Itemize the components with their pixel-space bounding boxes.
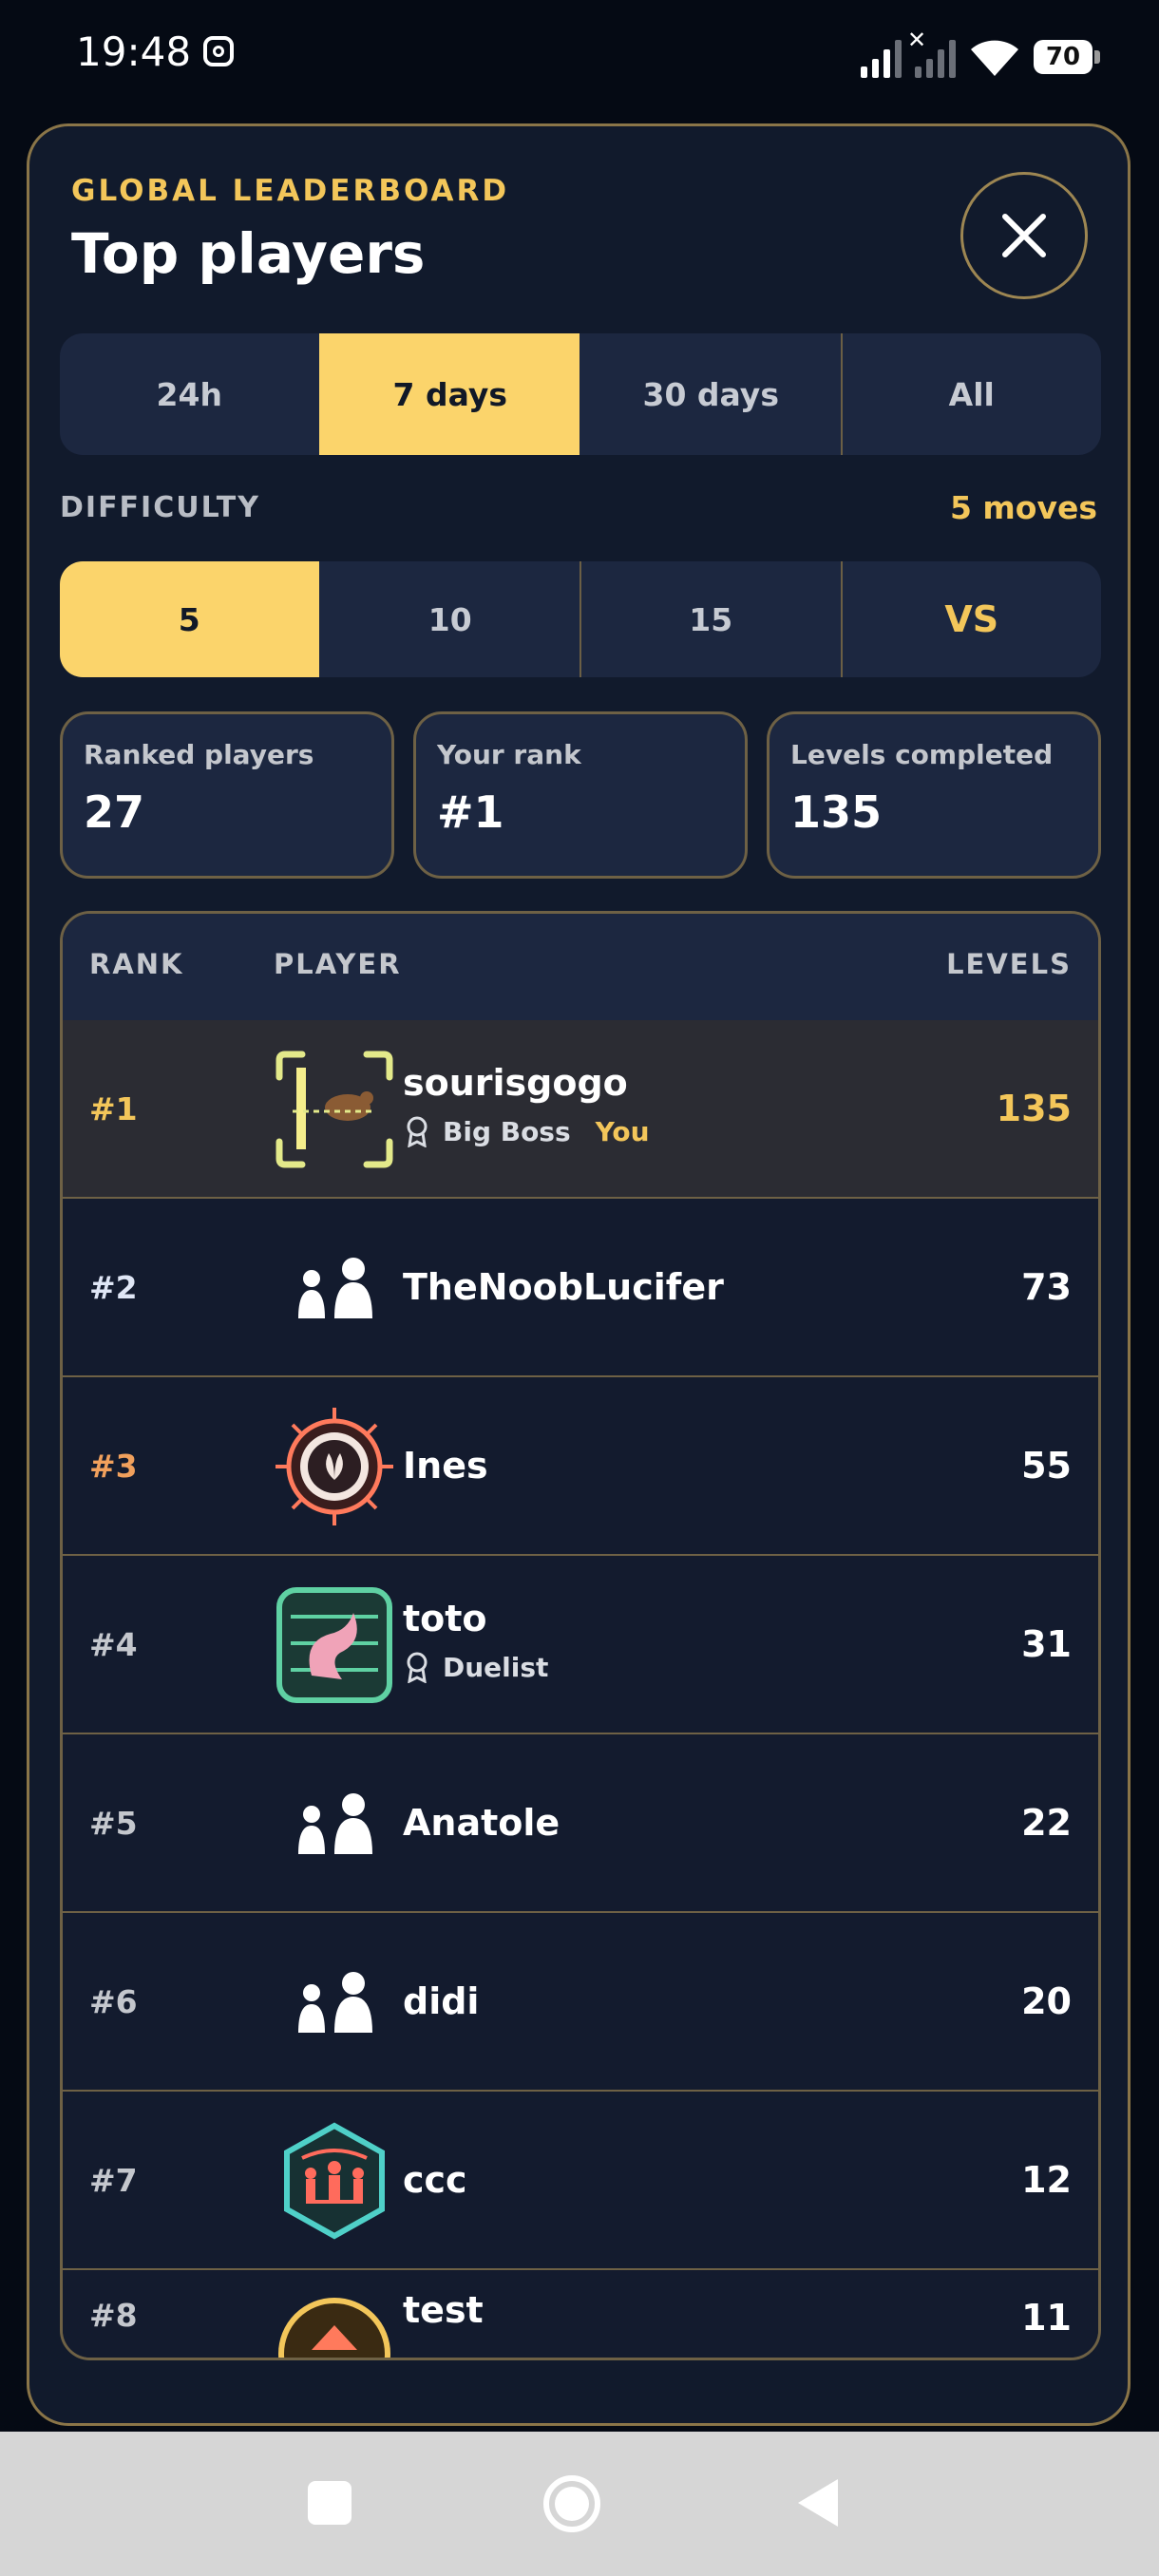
stat-value: #1 bbox=[437, 786, 504, 838]
time-option-30-days[interactable]: 30 days bbox=[580, 333, 841, 455]
player-name: test bbox=[403, 2289, 484, 2331]
table-row[interactable]: #3 Ines 55 bbox=[63, 1377, 1098, 1556]
row-levels: 31 bbox=[1021, 1623, 1072, 1665]
row-rank: #7 bbox=[89, 2161, 138, 2199]
difficulty-summary: 5 moves bbox=[949, 489, 1097, 526]
row-rank: #5 bbox=[89, 1804, 138, 1842]
row-rank: #1 bbox=[89, 1089, 138, 1127]
player-title: Big Boss You bbox=[403, 1115, 650, 1147]
row-levels: 20 bbox=[1021, 1980, 1072, 2022]
row-rank: #4 bbox=[89, 1625, 138, 1663]
player-name: ccc bbox=[403, 2159, 467, 2201]
stat-levels-completed: Levels completed 135 bbox=[767, 711, 1101, 879]
table-row[interactable]: #2 TheNoobLucifer 73 bbox=[63, 1199, 1098, 1377]
recents-button[interactable] bbox=[306, 2479, 353, 2527]
player-name: toto bbox=[403, 1598, 487, 1639]
row-levels: 73 bbox=[1021, 1266, 1072, 1308]
signal-icon bbox=[861, 38, 902, 78]
leaderboard-panel: GLOBAL LEADERBOARD Top players 24h 7 day… bbox=[27, 123, 1130, 2426]
hexagon-crown-avatar bbox=[284, 2122, 385, 2240]
row-levels: 55 bbox=[1021, 1445, 1072, 1487]
row-rank: #6 bbox=[89, 1982, 138, 2020]
leaderboard-table[interactable]: RANK PLAYER LEVELS #1 sourisgogo Big Bos… bbox=[60, 911, 1101, 2360]
difficulty-filter: 5 10 15 VS bbox=[60, 561, 1101, 677]
default-users-icon bbox=[298, 1793, 372, 1854]
stat-label: Your rank bbox=[437, 739, 581, 770]
battery-level: 70 bbox=[1045, 43, 1081, 71]
you-badge: You bbox=[595, 1115, 650, 1147]
wifi-icon bbox=[971, 40, 1018, 76]
row-rank: #3 bbox=[89, 1447, 138, 1485]
player-name: Ines bbox=[403, 1445, 488, 1487]
difficulty-option-10[interactable]: 10 bbox=[319, 561, 580, 677]
gold-wheel-avatar bbox=[278, 2298, 390, 2358]
close-icon bbox=[1002, 214, 1046, 257]
battery-icon: 70 bbox=[1034, 40, 1100, 74]
difficulty-option-vs[interactable]: VS bbox=[840, 561, 1102, 677]
player-name: Anatole bbox=[403, 1802, 560, 1844]
difficulty-option-5[interactable]: 5 bbox=[60, 561, 319, 677]
player-name: didi bbox=[403, 1980, 480, 2022]
table-row[interactable]: #1 sourisgogo Big Boss You 135 bbox=[63, 1020, 1098, 1199]
column-header-levels: LEVELS bbox=[946, 948, 1072, 980]
table-row[interactable]: #5 Anatole 22 bbox=[63, 1734, 1098, 1913]
player-title: Duelist bbox=[403, 1651, 548, 1683]
badge-icon bbox=[407, 1116, 428, 1147]
close-button[interactable] bbox=[960, 172, 1088, 299]
player-title-text: Duelist bbox=[443, 1651, 549, 1683]
stat-value: 135 bbox=[790, 786, 883, 838]
home-button[interactable] bbox=[542, 2473, 602, 2534]
back-button[interactable] bbox=[794, 2475, 842, 2530]
row-levels: 135 bbox=[996, 1088, 1072, 1129]
row-levels: 11 bbox=[1021, 2297, 1072, 2339]
table-header: RANK PLAYER LEVELS bbox=[63, 914, 1098, 1022]
dragon-frame-avatar bbox=[276, 1587, 392, 1703]
difficulty-option-15[interactable]: 15 bbox=[580, 561, 841, 677]
page-title: Top players bbox=[71, 221, 426, 286]
default-users-icon bbox=[298, 1972, 372, 2033]
status-time: 19:48 bbox=[76, 28, 192, 75]
badge-icon bbox=[407, 1652, 428, 1683]
status-icons: ✕ 70 bbox=[861, 27, 1100, 78]
status-bar: 19:48 ✕ 70 bbox=[0, 0, 1159, 114]
row-rank: #2 bbox=[89, 1268, 138, 1306]
leaderboard-kicker: GLOBAL LEADERBOARD bbox=[71, 174, 510, 208]
time-option-7-days[interactable]: 7 days bbox=[318, 333, 580, 455]
default-users-icon bbox=[298, 1258, 372, 1318]
player-title-text: Big Boss bbox=[443, 1115, 571, 1147]
time-option-all[interactable]: All bbox=[840, 333, 1102, 455]
sun-badge-avatar bbox=[276, 1408, 393, 1525]
player-name: sourisgogo bbox=[403, 1062, 628, 1104]
instagram-notification-icon bbox=[203, 36, 234, 66]
stat-your-rank: Your rank #1 bbox=[413, 711, 748, 879]
time-option-24h[interactable]: 24h bbox=[60, 333, 319, 455]
stat-value: 27 bbox=[84, 786, 145, 838]
player-name: TheNoobLucifer bbox=[403, 1266, 724, 1308]
system-nav-bar bbox=[0, 2432, 1159, 2576]
table-row[interactable]: #7 ccc 12 bbox=[63, 2092, 1098, 2270]
column-header-rank: RANK bbox=[89, 948, 184, 980]
stat-label: Levels completed bbox=[790, 739, 1054, 770]
table-row[interactable]: #6 didi 20 bbox=[63, 1913, 1098, 2092]
table-row[interactable]: #8 test 11 bbox=[63, 2270, 1098, 2358]
row-rank: #8 bbox=[89, 2297, 138, 2334]
row-levels: 12 bbox=[1021, 2159, 1072, 2201]
difficulty-label: DIFFICULTY bbox=[60, 491, 260, 524]
stat-ranked-players: Ranked players 27 bbox=[60, 711, 394, 879]
time-filter: 24h 7 days 30 days All bbox=[60, 333, 1101, 455]
table-row[interactable]: #4 toto Duelist 31 bbox=[63, 1556, 1098, 1734]
mouse-frame-avatar bbox=[276, 1051, 393, 1168]
row-levels: 22 bbox=[1021, 1802, 1072, 1844]
signal-off-icon: ✕ bbox=[907, 27, 956, 78]
stat-label: Ranked players bbox=[84, 739, 314, 770]
column-header-player: PLAYER bbox=[274, 948, 402, 980]
